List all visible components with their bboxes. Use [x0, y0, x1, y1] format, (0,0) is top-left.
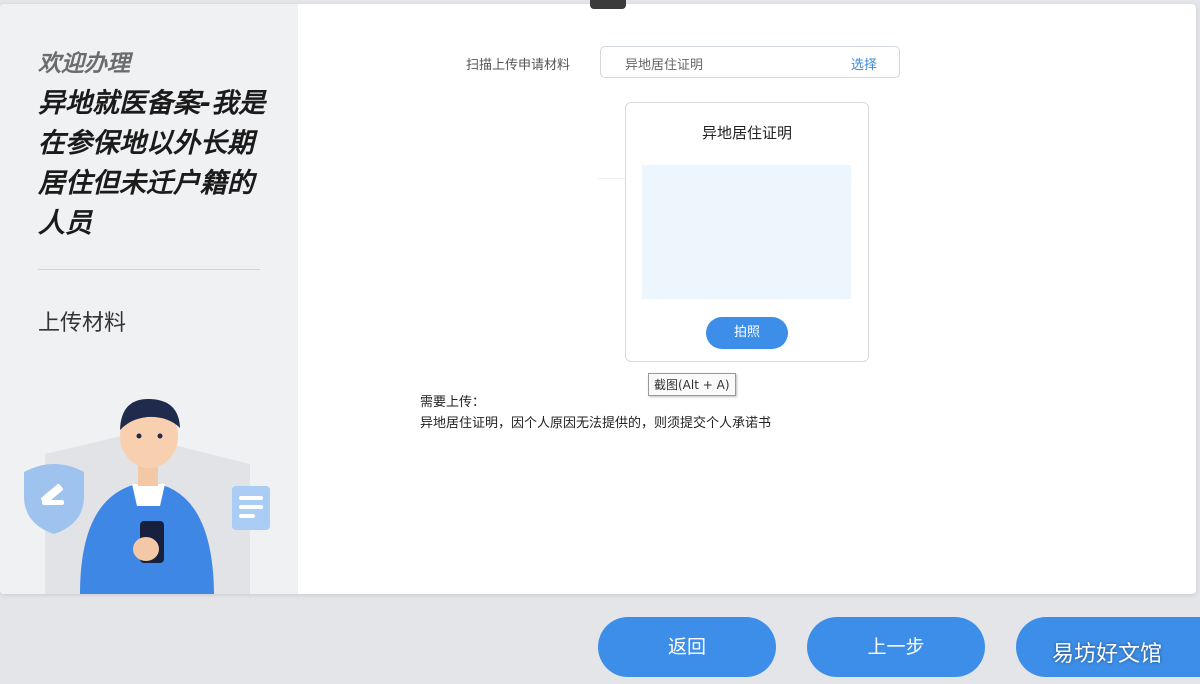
photo-button[interactable]: 拍照	[706, 317, 788, 349]
sidebar: 欢迎办理 异地就医备案-我是在参保地以外长期居住但未迁户籍的人员 上传材料	[0, 4, 298, 594]
material-select-value: 异地居住证明	[625, 58, 704, 73]
watermark: 易坊好文馆	[1052, 642, 1163, 667]
requirements-text: 异地居住证明，因个人原因无法提供的，则须提交个人承诺书	[420, 416, 772, 431]
faint-divider	[598, 178, 626, 179]
service-illustration	[24, 398, 270, 594]
screenshot-tooltip: 截图(Alt + A)	[648, 373, 736, 396]
photo-preview-area[interactable]	[642, 165, 851, 299]
back-button[interactable]: 返回	[598, 617, 776, 677]
previous-step-button[interactable]: 上一步	[807, 617, 985, 677]
current-step-label: 上传材料	[38, 311, 127, 336]
main-card: 欢迎办理 异地就医备案-我是在参保地以外长期居住但未迁户籍的人员 上传材料 扫描…	[0, 4, 1196, 594]
document-icon	[232, 486, 270, 530]
sidebar-divider	[38, 269, 260, 270]
material-select[interactable]: 异地居住证明 选择	[600, 46, 900, 78]
welcome-text: 欢迎办理	[38, 51, 130, 77]
top-handle	[590, 0, 626, 9]
requirements-title: 需要上传：	[420, 395, 486, 410]
upload-label: 扫描上传申请材料	[466, 58, 571, 73]
document-card-title: 异地居住证明	[701, 124, 792, 142]
document-card: 异地居住证明 拍照	[625, 102, 869, 362]
service-title: 异地就医备案-我是在参保地以外长期居住但未迁户籍的人员	[38, 88, 266, 239]
select-button[interactable]: 选择	[851, 54, 877, 73]
